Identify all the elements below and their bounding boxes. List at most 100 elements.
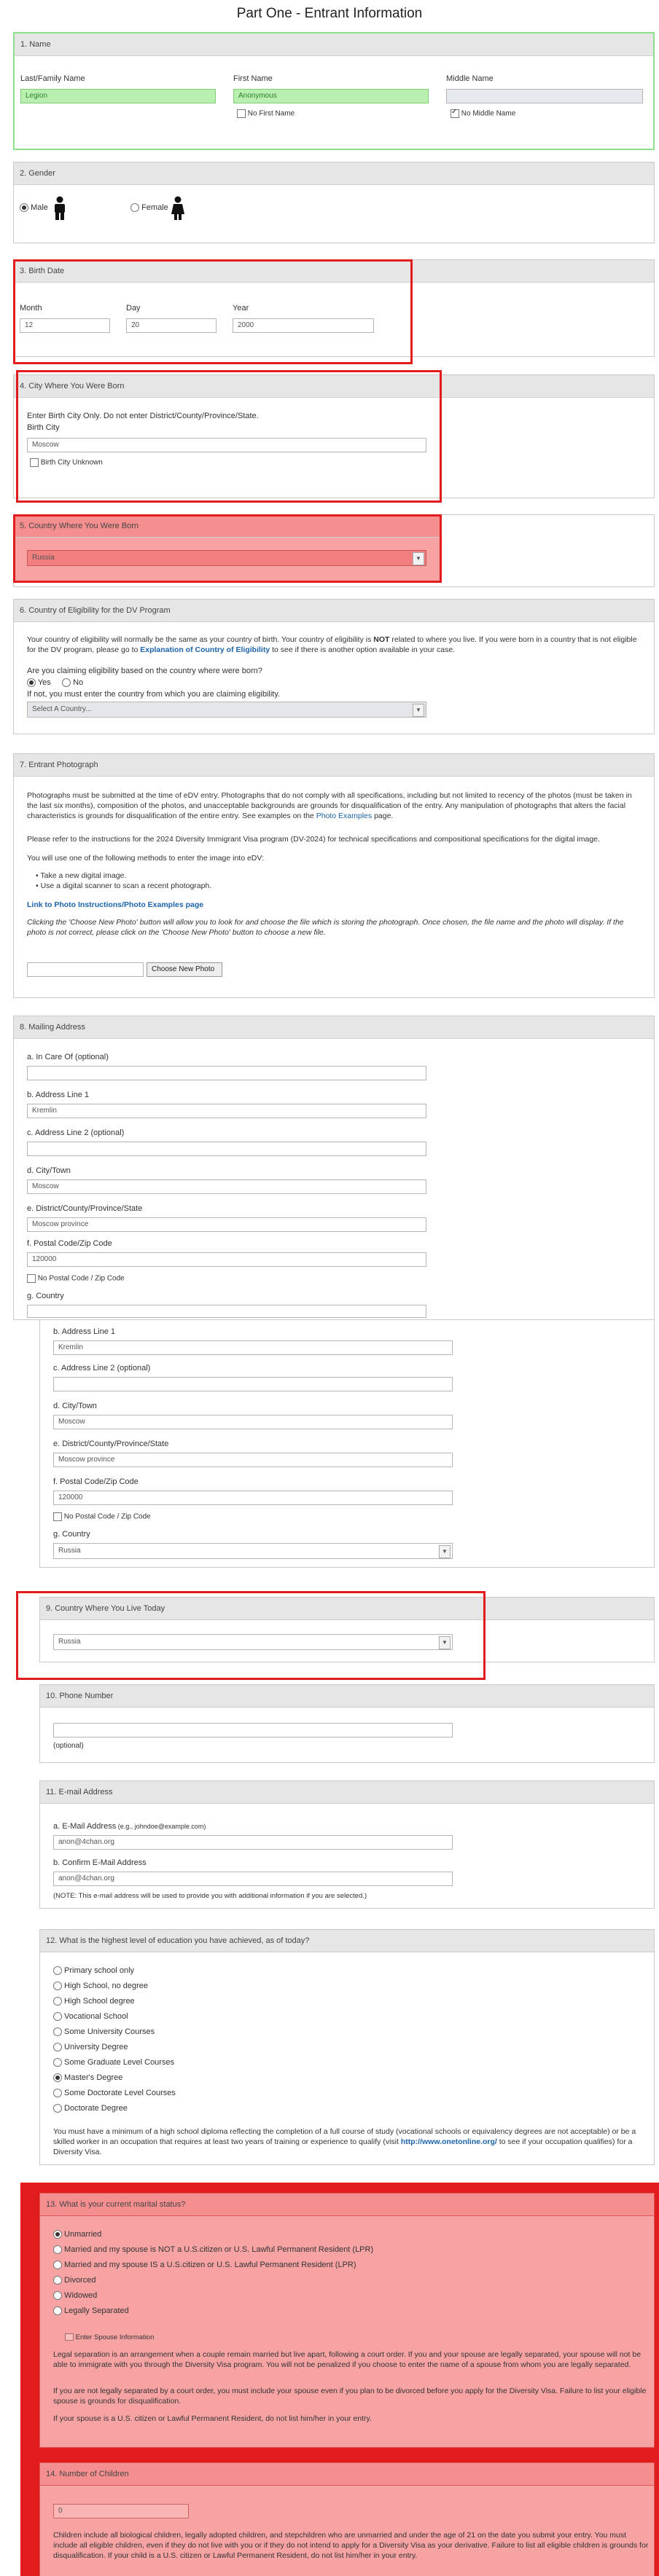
radio-icon[interactable] — [53, 1982, 62, 1991]
first-name-input[interactable]: Anonymous — [233, 89, 429, 103]
eligibility-ifnot: If not, you must enter the country from … — [27, 690, 281, 699]
checkbox-icon[interactable] — [53, 1512, 62, 1521]
radio-option[interactable]: Married and my spouse is NOT a U.S.citiz… — [53, 2245, 373, 2255]
radio-option-label: Some Doctorate Level Courses — [62, 2089, 176, 2097]
radio-option[interactable]: Unmarried — [53, 2230, 101, 2239]
radio-option-label: Doctorate Degree — [62, 2104, 128, 2113]
spouse-citizen-text: If your spouse is a U.S. citizen or Lawf… — [53, 2414, 372, 2423]
radio-option[interactable]: High School, no degree — [53, 1982, 148, 1991]
spouse-info-label: Enter Spouse Information — [75, 2333, 155, 2341]
eligibility-yes[interactable]: Yes — [27, 678, 51, 688]
selected-value: Russia — [58, 1547, 81, 1555]
no-postal-checkbox[interactable]: No Postal Code / Zip Code — [27, 1274, 125, 1283]
district-input[interactable]: Moscow province — [53, 1453, 453, 1467]
enter-spouse-info-button[interactable]: Enter Spouse Information — [65, 2333, 154, 2341]
radio-icon[interactable] — [53, 2012, 62, 2022]
middle-name-input[interactable] — [446, 89, 643, 103]
city-input[interactable]: Moscow — [53, 1415, 453, 1429]
radio-icon[interactable] — [53, 1997, 62, 2006]
no-postal-label: No Postal Code / Zip Code — [37, 1274, 125, 1283]
radio-selected-icon[interactable] — [53, 2230, 62, 2239]
eligibility-link[interactable]: Explanation of Country of Eligibility — [140, 645, 270, 654]
radio-icon[interactable] — [53, 2089, 62, 2098]
eligibility-no[interactable]: No — [62, 678, 83, 688]
radio-option[interactable]: Doctorate Degree — [53, 2104, 128, 2113]
radio-option[interactable]: University Degree — [53, 2043, 128, 2052]
in-care-of-input[interactable] — [27, 1066, 426, 1080]
address2-input[interactable] — [53, 1377, 453, 1391]
postal-input[interactable]: 120000 — [27, 1252, 426, 1267]
radio-option[interactable]: Vocational School — [53, 2012, 128, 2022]
eligibility-country-select[interactable]: Select A Country... ▼ — [27, 702, 426, 718]
photo-requirements-text: Photographs must be submitted at the tim… — [27, 791, 632, 820]
radio-selected-icon[interactable] — [27, 678, 36, 688]
radio-option[interactable]: Married and my spouse IS a U.S.citizen o… — [53, 2261, 356, 2270]
chevron-down-icon[interactable]: ▼ — [439, 1545, 451, 1558]
section-title: 2. Gender — [14, 162, 654, 185]
radio-option[interactable]: Primary school only — [53, 1966, 134, 1976]
gender-section: 2. Gender Male Female — [13, 162, 655, 243]
section-title: 7. Entrant Photograph — [14, 754, 654, 777]
radio-icon[interactable] — [53, 2245, 62, 2255]
address2-input[interactable] — [27, 1142, 426, 1156]
highlight-frame — [16, 370, 442, 503]
radio-icon[interactable] — [53, 2058, 62, 2068]
radio-icon[interactable] — [53, 2291, 62, 2301]
district-input[interactable]: Moscow province — [27, 1217, 426, 1232]
checkbox-checked-icon[interactable] — [451, 108, 459, 118]
country-label: g. Country — [53, 1530, 90, 1539]
address1-input[interactable]: Kremlin — [53, 1340, 453, 1355]
city-input[interactable]: Moscow — [27, 1179, 426, 1194]
photo-methods-text: You will use one of the following method… — [27, 854, 264, 863]
radio-icon[interactable] — [53, 2306, 62, 2316]
photo-instructions-link[interactable]: Link to Photo Instructions/Photo Example… — [27, 900, 203, 910]
last-name-input[interactable]: Legion — [20, 89, 216, 103]
children-count-input[interactable]: 0 — [53, 2504, 189, 2518]
phone-input[interactable] — [53, 1723, 453, 1737]
gender-female-option[interactable]: Female — [130, 203, 168, 213]
no-postal-checkbox[interactable]: No Postal Code / Zip Code — [53, 1512, 151, 1521]
radio-option[interactable]: Some Doctorate Level Courses — [53, 2089, 176, 2098]
confirm-email-input[interactable]: anon@4chan.org — [53, 1872, 453, 1886]
radio-option-label: Legally Separated — [62, 2306, 129, 2315]
radio-icon[interactable] — [53, 2104, 62, 2113]
radio-icon[interactable] — [53, 1966, 62, 1976]
section-title: 14. Number of Children — [40, 2463, 654, 2486]
country-select-partial[interactable] — [27, 1305, 426, 1318]
radio-option[interactable]: Some University Courses — [53, 2027, 155, 2037]
radio-option[interactable]: Some Graduate Level Courses — [53, 2058, 174, 2068]
gender-male-option[interactable]: Male — [20, 203, 48, 213]
radio-option[interactable]: Legally Separated — [53, 2306, 129, 2316]
radio-selected-icon[interactable] — [20, 203, 28, 213]
radio-option[interactable]: Widowed — [53, 2291, 97, 2301]
highlight-frame — [13, 514, 442, 583]
mailing-address-section: 8. Mailing Address a. In Care Of (option… — [13, 1016, 655, 1320]
radio-option[interactable]: Master's Degree — [53, 2073, 122, 2083]
choose-photo-text: Clicking the 'Choose New Photo' button w… — [27, 918, 624, 937]
address1-label: b. Address Line 1 — [53, 1327, 116, 1336]
radio-selected-icon[interactable] — [53, 2073, 62, 2083]
radio-icon[interactable] — [130, 203, 139, 213]
email-input[interactable]: anon@4chan.org — [53, 1835, 453, 1850]
radio-icon[interactable] — [62, 678, 71, 688]
no-first-name-checkbox[interactable]: No First Name — [237, 109, 295, 118]
education-requirement-text: You must have a minimum of a high school… — [53, 2127, 636, 2156]
address1-input[interactable]: Kremlin — [27, 1104, 426, 1118]
choose-new-photo-button[interactable]: Choose New Photo — [147, 962, 222, 977]
postal-input[interactable]: 120000 — [53, 1491, 453, 1505]
country-select[interactable]: Russia ▼ — [53, 1543, 453, 1559]
radio-option[interactable]: Divorced — [53, 2276, 95, 2285]
radio-icon[interactable] — [53, 2027, 62, 2037]
no-middle-name-checkbox[interactable]: No Middle Name — [451, 108, 515, 118]
checkbox-icon[interactable] — [237, 109, 246, 118]
in-care-of-label: a. In Care Of (optional) — [27, 1053, 109, 1061]
onet-link[interactable]: http://www.onetonline.org/ — [401, 2137, 497, 2146]
chevron-down-icon[interactable]: ▼ — [413, 704, 424, 717]
radio-icon[interactable] — [53, 2261, 62, 2270]
radio-option[interactable]: High School degree — [53, 1997, 135, 2006]
radio-icon[interactable] — [53, 2043, 62, 2052]
selected-value: Select A Country... — [32, 705, 92, 713]
checkbox-icon[interactable] — [27, 1274, 36, 1283]
radio-icon[interactable] — [53, 2276, 62, 2285]
photo-examples-link[interactable]: Photo Examples — [316, 812, 372, 820]
